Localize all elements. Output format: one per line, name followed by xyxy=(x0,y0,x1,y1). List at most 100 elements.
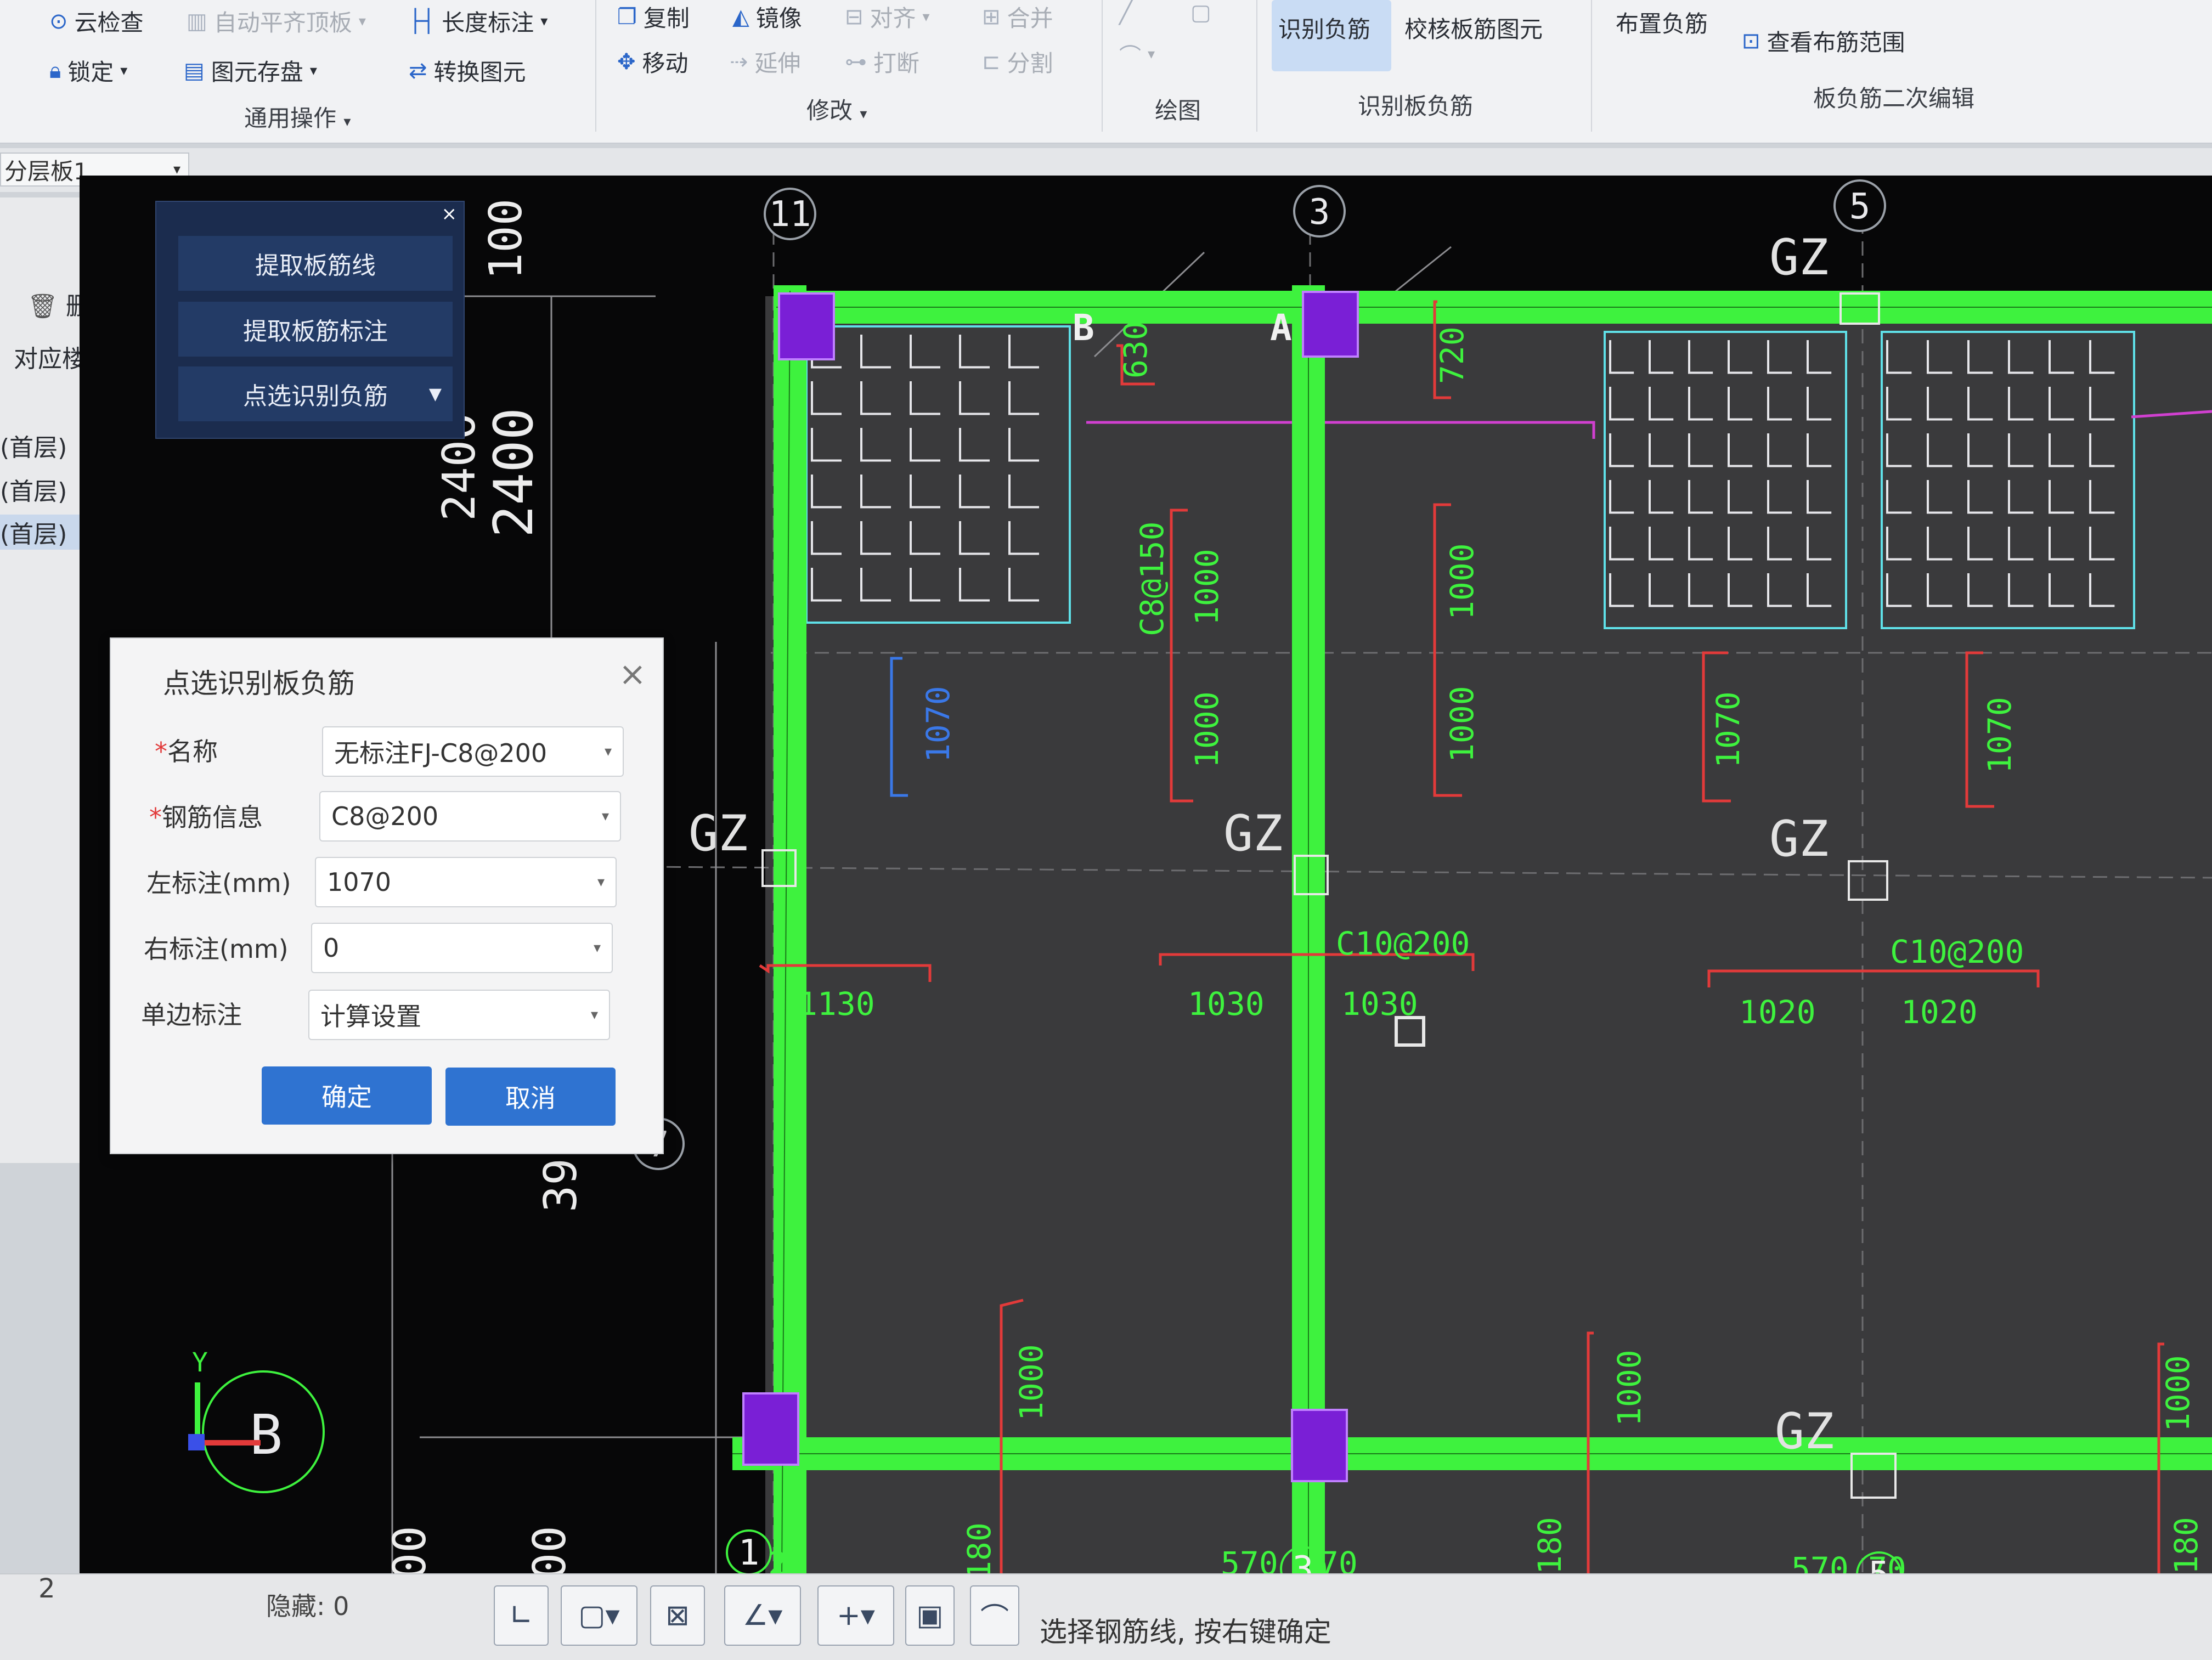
pick-identify-negative-rebar-button[interactable]: 点选识别负筋 ▼ xyxy=(178,366,453,421)
convert-element-button[interactable]: ⇄ 转换图元 xyxy=(409,54,526,87)
ribbon-toolbar: ⊙ 云检查 ▥ 自动平齐顶板 ▾ ├┤ 长度标注 ▾ 🔒︎ 锁定 ▾ ▤ 图元存盘 ▾ ⇄ 转换图元… xyxy=(0,0,2212,144)
svg-text:180: 180 xyxy=(961,1522,998,1574)
draw-arc-button[interactable]: ⌒ ▾ xyxy=(1119,38,1155,70)
arc-toggle[interactable]: ⌒ xyxy=(970,1585,1019,1646)
auto-align-top-button[interactable]: ▥ 自动平齐顶板 ▾ xyxy=(187,4,366,38)
move-button[interactable]: ✥ 移动 xyxy=(617,45,689,78)
svg-text:1070: 1070 xyxy=(919,686,957,763)
view-rebar-range-button[interactable]: ⊡ 查看布筋范围 xyxy=(1742,24,1905,58)
command-prompt: 选择钢筋线, 按右键确定 xyxy=(1040,1616,1331,1648)
svg-text:1030: 1030 xyxy=(1341,985,1418,1023)
mirror-button[interactable]: ◭ 镜像 xyxy=(732,0,802,33)
verify-slab-rebar-button[interactable]: 校核板筋图元 xyxy=(1404,11,1543,44)
svg-text:1070: 1070 xyxy=(1981,697,2018,773)
draw-rect-button[interactable]: ▢ xyxy=(1190,0,1211,25)
split-button[interactable]: ⊏ 分割 xyxy=(982,45,1053,78)
group-general-ops: 通用操作 ▾ xyxy=(244,105,351,132)
store-icon: ▤ xyxy=(184,58,205,83)
chevron-down-icon: ▾ xyxy=(120,62,128,79)
chevron-down-icon: ▾ xyxy=(593,940,601,956)
cancel-button[interactable]: 取消 xyxy=(445,1068,616,1126)
svg-text:570: 570 xyxy=(1791,1550,1849,1574)
cloud-check-button[interactable]: ⊙ 云检查 xyxy=(49,4,144,38)
cross-icon: ⊠ xyxy=(665,1599,690,1632)
svg-text:00: 00 xyxy=(524,1526,576,1574)
svg-text:1000: 1000 xyxy=(2159,1355,2197,1432)
snap-toggle[interactable]: ▢▾ xyxy=(561,1585,637,1646)
group-identify: 识别板负筋 xyxy=(1358,93,1474,120)
chevron-down-icon[interactable]: ▼ xyxy=(429,385,442,404)
chevron-down-icon: ▾ xyxy=(597,874,605,890)
left-annotation-select[interactable]: 1070 ▾ xyxy=(315,857,617,907)
extend-button[interactable]: ⇢ 延伸 xyxy=(730,45,801,78)
extract-rebar-line-button[interactable]: 提取板筋线 xyxy=(178,236,453,291)
confirm-button[interactable]: 确定 xyxy=(262,1066,432,1125)
rebar-extract-panel: × 提取板筋线 提取板筋标注 点选识别负筋 ▼ xyxy=(155,201,465,439)
ribbon-separator xyxy=(1591,0,1592,132)
group-draw: 绘图 xyxy=(1155,97,1201,124)
svg-text:00: 00 xyxy=(384,1526,436,1574)
name-select[interactable]: 无标注FJ-C8@200 ▾ xyxy=(322,726,624,777)
chevron-down-icon: ▾ xyxy=(590,1007,598,1023)
svg-text:100: 100 xyxy=(480,199,532,280)
close-icon[interactable]: × xyxy=(619,655,646,693)
close-icon[interactable]: × xyxy=(442,203,458,225)
copy-icon: ❐ xyxy=(617,4,637,30)
svg-text:3: 3 xyxy=(1309,192,1330,233)
draw-line-button[interactable]: ╱ xyxy=(1119,0,1132,25)
chevron-down-icon: ▾ xyxy=(604,743,612,760)
svg-text:1130: 1130 xyxy=(798,985,875,1023)
svg-text:11: 11 xyxy=(769,194,811,235)
svg-text:1000: 1000 xyxy=(1013,1344,1050,1421)
display-toggle[interactable]: ▣ xyxy=(905,1585,955,1646)
identify-negative-rebar-button[interactable]: 识别负筋 xyxy=(1278,11,1370,44)
floor-item[interactable]: (首层) xyxy=(0,472,67,507)
chevron-down-icon: ▾ xyxy=(601,808,609,825)
svg-text:20: 20 xyxy=(768,1545,806,1574)
svg-text:1000: 1000 xyxy=(1443,686,1481,763)
svg-text:630: 630 xyxy=(1117,321,1154,379)
status-number: 2 xyxy=(38,1573,55,1604)
chevron-down-icon: ▾ xyxy=(922,8,930,25)
floor-item[interactable]: (首层) xyxy=(0,428,67,463)
dimension-icon: ├┤ xyxy=(409,8,436,34)
right-annotation-select[interactable]: 0 ▾ xyxy=(311,923,613,973)
svg-text:1000: 1000 xyxy=(1611,1350,1648,1426)
svg-text:3: 3 xyxy=(1293,1549,1314,1574)
extract-rebar-annotation-button[interactable]: 提取板筋标注 xyxy=(178,302,453,357)
rebar-info-select[interactable]: C8@200 ▾ xyxy=(319,791,621,842)
svg-text:39: 39 xyxy=(535,1158,587,1212)
pick-identify-dialog: 点选识别板负筋 × *名称 无标注FJ-C8@200 ▾ *钢筋信息 C8@200… xyxy=(110,637,664,1154)
offset-toggle[interactable]: +▾ xyxy=(817,1585,894,1646)
svg-text:1030: 1030 xyxy=(1188,985,1265,1023)
svg-text:5: 5 xyxy=(1869,1555,1890,1574)
chevron-down-icon: ▾ xyxy=(343,114,351,130)
cross-snap-toggle[interactable]: ⊠ xyxy=(650,1585,705,1646)
arc-icon: ⌒ xyxy=(980,1602,1009,1635)
store-element-button[interactable]: ▤ 图元存盘 ▾ xyxy=(184,54,317,87)
mirror-icon: ◭ xyxy=(732,4,749,30)
lock-button[interactable]: 🔒︎ 锁定 ▾ xyxy=(49,54,127,87)
angle-toggle[interactable]: ∠▾ xyxy=(724,1585,801,1646)
length-annotation-button[interactable]: ├┤ 长度标注 ▾ xyxy=(409,4,548,38)
svg-text:1: 1 xyxy=(738,1533,760,1573)
ortho-toggle[interactable]: ∟ xyxy=(494,1585,549,1646)
ribbon-separator xyxy=(595,0,596,132)
convert-icon: ⇄ xyxy=(409,58,427,83)
field-label-name: *名称 xyxy=(155,737,218,766)
break-button[interactable]: ⊶ 打断 xyxy=(845,45,919,78)
place-negative-rebar-button[interactable]: 布置负筋 xyxy=(1616,5,1708,39)
copy-button[interactable]: ❐ 复制 xyxy=(617,0,690,33)
svg-text:C8@150: C8@150 xyxy=(1133,521,1171,636)
trash-icon: 🗑︎ xyxy=(27,292,58,320)
cloud-check-icon: ⊙ xyxy=(49,8,68,34)
single-side-select[interactable]: 计算设置 ▾ xyxy=(308,990,610,1040)
svg-text:A: A xyxy=(1270,307,1292,349)
align-button[interactable]: ⊟ 对齐 ▾ xyxy=(845,0,930,33)
ribbon-separator xyxy=(1102,0,1103,132)
svg-text:GZ: GZ xyxy=(1775,1403,1834,1460)
rect-icon: ▢ xyxy=(1190,0,1211,25)
group-secondary-edit: 板负筋二次编辑 xyxy=(1813,85,1975,112)
svg-text:570: 570 xyxy=(1221,1545,1278,1574)
merge-button[interactable]: ⊞ 合并 xyxy=(982,0,1053,33)
